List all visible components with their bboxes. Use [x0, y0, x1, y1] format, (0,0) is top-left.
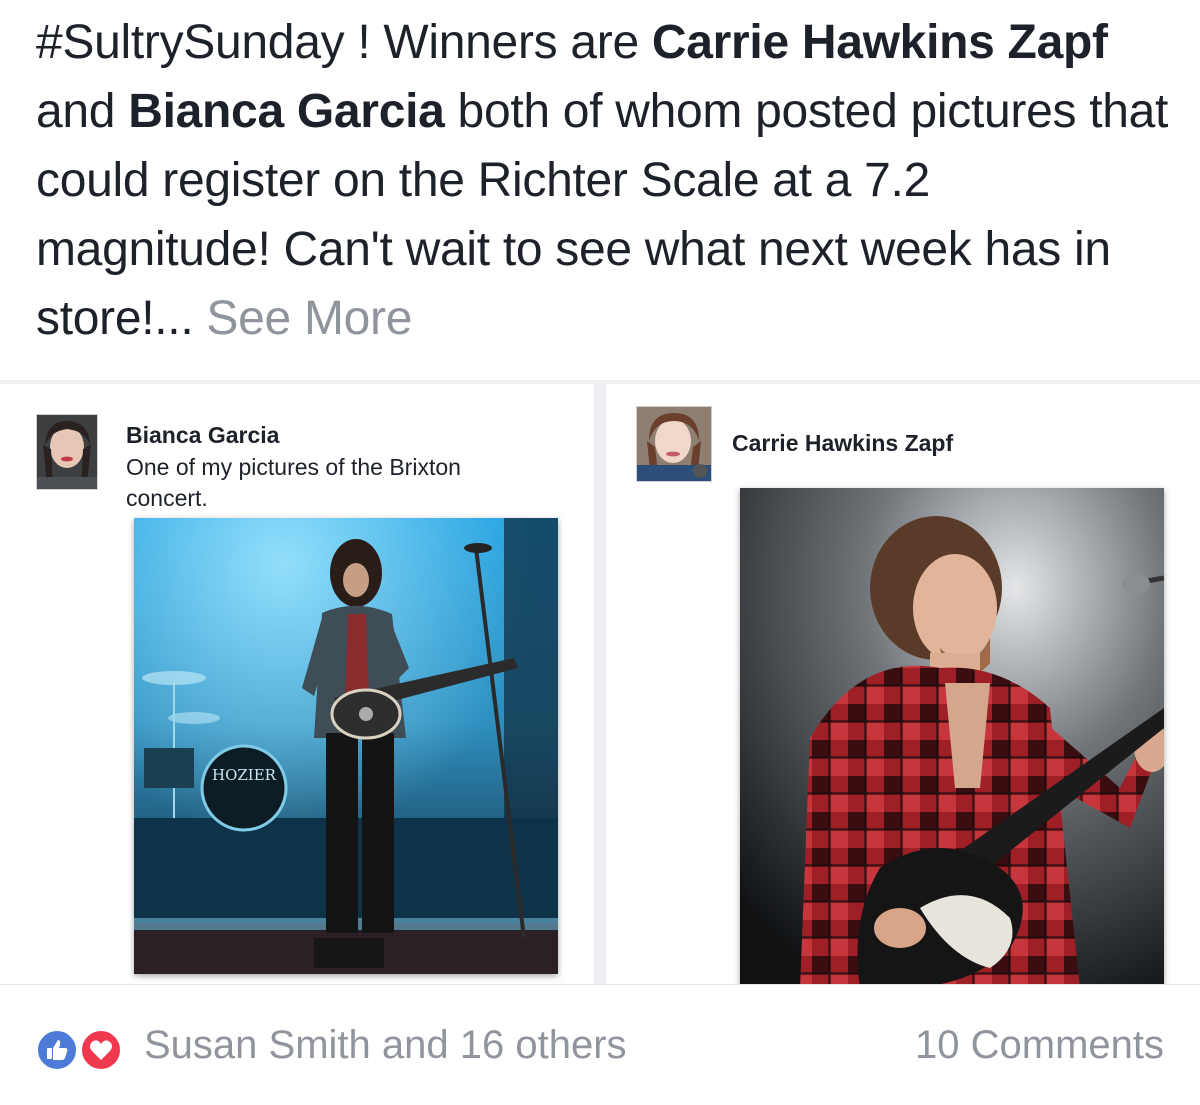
- avatar[interactable]: [636, 406, 712, 482]
- concert-photo-image: [740, 488, 1164, 984]
- post-text-part: and: [36, 85, 129, 138]
- see-more-link[interactable]: See More: [206, 292, 412, 345]
- shared-image-collage[interactable]: Bianca Garcia One of my pictures of the …: [0, 380, 1200, 984]
- shared-post-card-left[interactable]: Bianca Garcia One of my pictures of the …: [0, 384, 594, 984]
- avatar[interactable]: [36, 414, 98, 490]
- avatar-photo: [37, 415, 97, 489]
- post-text: #SultrySunday ! Winners are Carrie Hawki…: [36, 8, 1176, 353]
- shared-post-author[interactable]: Carrie Hawkins Zapf: [732, 430, 953, 457]
- post-footer: Susan Smith and 16 others 10 Comments: [0, 984, 1200, 1105]
- concert-photo[interactable]: [740, 488, 1164, 984]
- comments-count-link[interactable]: 10 Comments: [915, 1023, 1164, 1068]
- love-reaction-icon: [80, 1029, 122, 1071]
- post-text-part: #SultrySunday ! Winners are: [36, 16, 652, 69]
- reactions-text[interactable]: Susan Smith and 16 others: [144, 1023, 627, 1068]
- shared-post-caption: One of my pictures of the Brixton concer…: [126, 454, 461, 511]
- shared-post-author[interactable]: Bianca Garcia: [126, 422, 279, 449]
- winner-name-link[interactable]: Carrie Hawkins Zapf: [652, 16, 1108, 69]
- shared-post-card-right[interactable]: Carrie Hawkins Zapf: [606, 384, 1200, 984]
- drum-logo-text: HOZIER: [212, 766, 277, 784]
- concert-photo[interactable]: HOZIER: [134, 518, 558, 974]
- like-reaction-icon: [36, 1029, 78, 1071]
- reactions-summary[interactable]: [36, 1029, 132, 1071]
- concert-photo-image: HOZIER: [134, 518, 558, 974]
- winner-name-link[interactable]: Bianca Garcia: [128, 85, 445, 138]
- avatar-photo: [637, 407, 711, 481]
